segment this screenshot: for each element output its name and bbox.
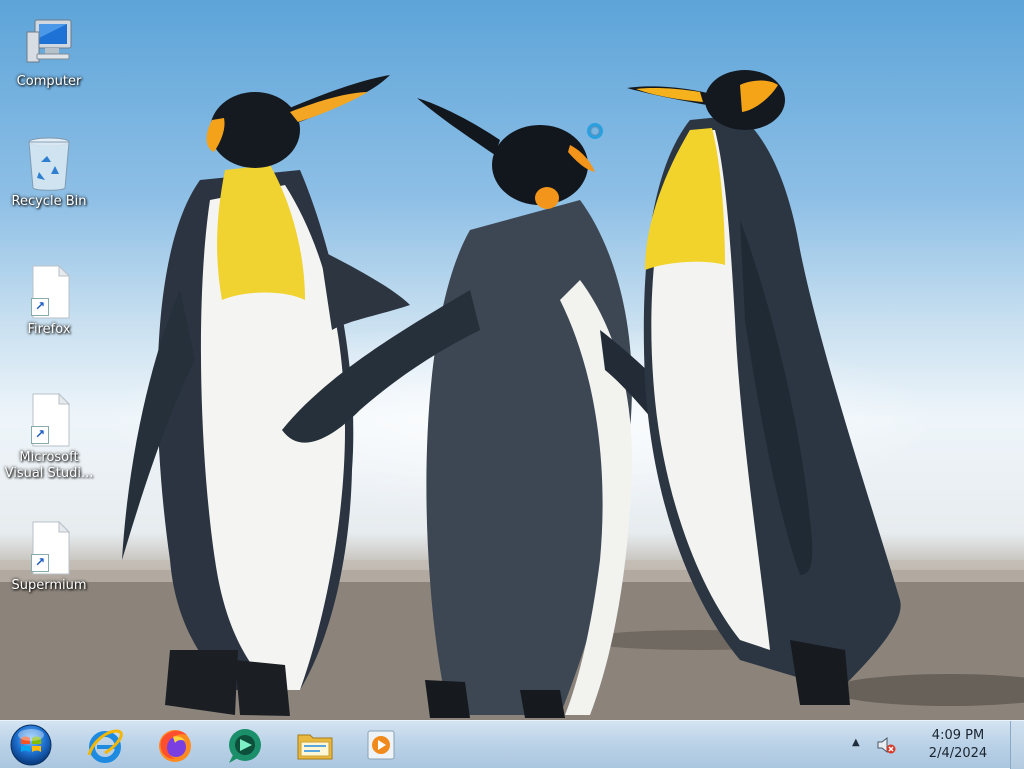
file-shortcut-icon: ↗	[21, 392, 77, 448]
desktop-icon-supermium[interactable]: ↗ Supermium	[4, 520, 94, 594]
firefox-icon	[159, 730, 191, 762]
shortcut-arrow-icon: ↗	[31, 426, 49, 444]
show-hidden-icons-button[interactable]: ▲	[852, 737, 860, 748]
clock-time: 4:09 PM	[931, 728, 985, 743]
show-desktop-button[interactable]	[1010, 721, 1024, 769]
start-button[interactable]	[8, 723, 54, 767]
shortcut-arrow-icon: ↗	[31, 298, 49, 316]
desktop-icon-label: Computer	[16, 74, 82, 89]
volume-muted-icon[interactable]	[876, 735, 896, 759]
taskbar-supermium[interactable]	[218, 724, 272, 766]
desktop-icon-label: Firefox	[27, 322, 71, 337]
desktop-icon-recycle-bin[interactable]: Recycle Bin	[4, 136, 94, 210]
taskbar: ▲ 4:09 PM 2/4/2024	[0, 720, 1024, 769]
internet-explorer-icon	[87, 729, 123, 763]
media-player-icon	[367, 730, 395, 760]
desktop-icon-firefox[interactable]: ↗ Firefox	[4, 264, 94, 338]
windows-orb-icon	[10, 724, 52, 766]
taskbar-firefox[interactable]	[148, 724, 202, 766]
clock[interactable]: 4:09 PM 2/4/2024	[912, 727, 1004, 763]
recycle-bin-icon	[21, 136, 77, 192]
desktop-icon-computer[interactable]: Computer	[4, 16, 94, 90]
supermium-icon	[229, 729, 261, 763]
taskbar-media-player[interactable]	[354, 724, 408, 766]
folder-icon	[297, 734, 333, 760]
taskbar-file-explorer[interactable]	[288, 724, 342, 766]
penguin-wallpaper	[0, 70, 1024, 720]
busy-cursor-icon	[587, 123, 603, 139]
taskbar-internet-explorer[interactable]	[78, 724, 132, 766]
file-shortcut-icon: ↗	[21, 264, 77, 320]
desktop[interactable]: Computer Recycle Bin ↗ Firefox ↗ Microso…	[0, 0, 1024, 720]
clock-date: 2/4/2024	[928, 746, 988, 761]
shortcut-arrow-icon: ↗	[31, 554, 49, 572]
desktop-icon-visual-studio[interactable]: ↗ Microsoft Visual Studi...	[4, 392, 94, 482]
file-shortcut-icon: ↗	[21, 520, 77, 576]
desktop-icon-label: Recycle Bin	[11, 194, 87, 209]
desktop-icon-label: Microsoft Visual Studi...	[4, 450, 94, 481]
desktop-icon-label: Supermium	[11, 578, 87, 593]
computer-icon	[21, 16, 77, 72]
